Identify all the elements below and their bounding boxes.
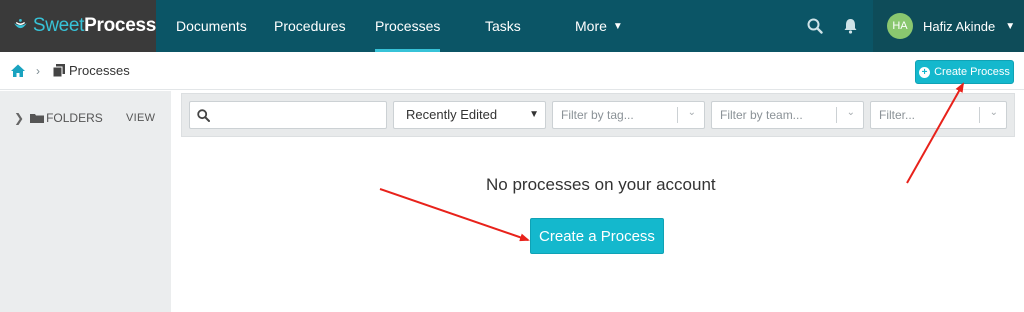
team-filter-placeholder: Filter by team... <box>720 108 803 122</box>
nav-procedures[interactable]: Procedures <box>274 0 346 52</box>
nav-processes-label: Processes <box>375 18 441 34</box>
logo[interactable]: SweetProcess <box>0 0 156 52</box>
chevron-down-icon: ▼ <box>1005 20 1016 32</box>
other-filter[interactable]: Filter... ⌄ <box>870 101 1007 129</box>
nav-more-label: More <box>575 18 607 34</box>
logo-text-sweet: Sweet <box>32 15 85 36</box>
chevron-right-icon[interactable]: ❯ <box>14 111 24 125</box>
folders-toggle[interactable]: ❯ FOLDERS <box>14 111 103 125</box>
search-input[interactable] <box>216 106 381 124</box>
breadcrumb: › Processes <box>0 52 1024 90</box>
empty-state-message: No processes on your account <box>486 175 716 194</box>
breadcrumb-current: Processes <box>69 63 130 78</box>
arrow-to-create-a-process <box>379 188 530 242</box>
plus-circle-icon: + <box>919 66 931 78</box>
create-process-button[interactable]: + Create Process <box>915 60 1014 84</box>
nav-documents[interactable]: Documents <box>176 0 247 52</box>
user-name: Hafiz Akinde <box>923 18 996 34</box>
folder-icon <box>30 114 45 123</box>
create-process-label: Create Process <box>934 66 1010 78</box>
top-navbar: SweetProcess Documents Procedures Proces… <box>0 0 1024 52</box>
avatar: HA <box>887 13 913 39</box>
sort-select[interactable]: Recently Edited ▼ <box>393 101 546 129</box>
chevron-down-icon: ⌄ <box>687 107 696 118</box>
divider <box>836 107 837 123</box>
chevron-down-icon: ⌄ <box>989 107 998 118</box>
team-filter[interactable]: Filter by team... ⌄ <box>711 101 864 129</box>
chevron-down-icon: ⌄ <box>846 107 855 118</box>
bell-icon[interactable] <box>840 16 860 36</box>
logo-text: SweetProcess <box>33 15 156 37</box>
nav-processes[interactable]: Processes <box>375 0 441 52</box>
sidebar: ❯ FOLDERS VIEW <box>0 91 171 312</box>
home-icon[interactable] <box>10 63 26 79</box>
filter-bar: Recently Edited ▼ Filter by tag... ⌄ Fil… <box>181 93 1015 137</box>
search-icon <box>197 109 210 122</box>
tag-filter[interactable]: Filter by tag... ⌄ <box>552 101 705 129</box>
sort-select-value: Recently Edited <box>406 107 498 122</box>
chevron-down-icon: ▼ <box>529 109 539 120</box>
document-icon <box>53 64 65 77</box>
create-a-process-button[interactable]: Create a Process <box>530 218 664 254</box>
search-field[interactable] <box>189 101 387 129</box>
logo-text-process: Process <box>84 15 156 36</box>
folders-label: FOLDERS <box>46 111 103 125</box>
chevron-down-icon: ▼ <box>612 21 623 33</box>
tag-filter-placeholder: Filter by tag... <box>561 108 634 122</box>
divider <box>677 107 678 123</box>
other-filter-placeholder: Filter... <box>879 108 916 122</box>
breadcrumb-separator-icon: › <box>36 64 40 78</box>
logo-icon <box>14 18 27 29</box>
nav-more[interactable]: More ▼ <box>575 0 623 52</box>
user-menu[interactable]: HA Hafiz Akinde ▼ <box>873 0 1024 52</box>
divider <box>979 107 980 123</box>
nav-tasks[interactable]: Tasks <box>485 0 521 52</box>
view-link[interactable]: VIEW <box>126 112 155 124</box>
search-icon[interactable] <box>805 16 825 36</box>
